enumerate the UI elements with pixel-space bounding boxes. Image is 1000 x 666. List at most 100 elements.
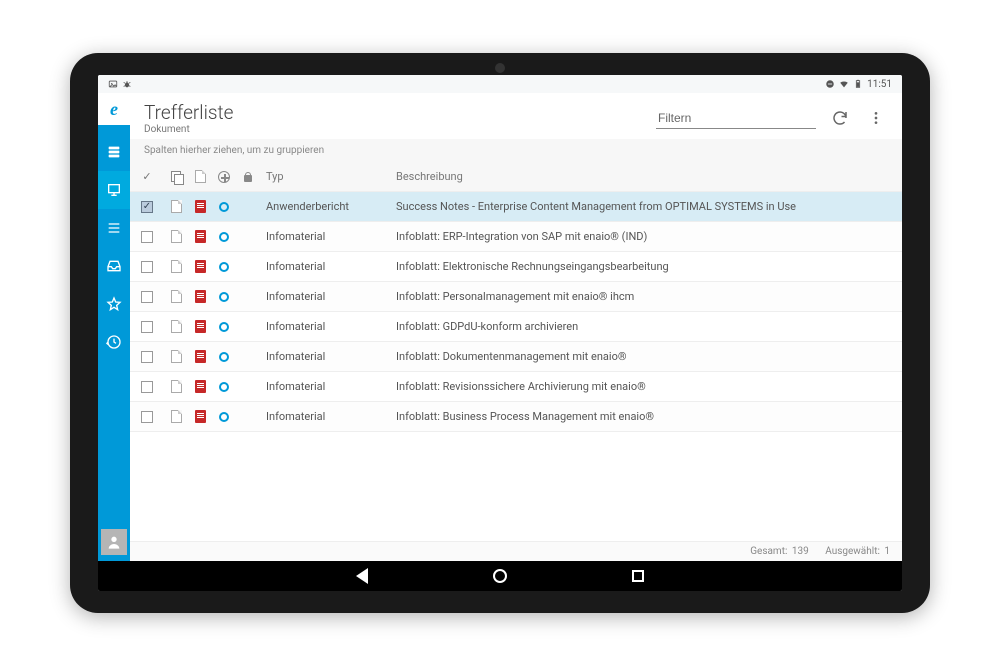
nav-back-button[interactable] [353, 567, 371, 585]
presentation-icon [106, 182, 122, 198]
inbox-icon [106, 258, 122, 274]
pdf-icon [195, 290, 206, 303]
results-table: ✓ Typ Beschreibung AnwenderberichtSucces… [130, 162, 902, 541]
cell-beschreibung: Infoblatt: Revisionssichere Archivierung… [390, 380, 902, 393]
status-time: 11:51 [867, 79, 892, 90]
pdf-icon [195, 260, 206, 273]
table-row[interactable]: AnwenderberichtSuccess Notes - Enterpris… [130, 192, 902, 222]
screen: 11:51 e [98, 75, 902, 591]
archive-icon [106, 144, 122, 160]
row-checkbox[interactable] [141, 411, 153, 423]
status-circle-icon [219, 322, 229, 332]
sidebar-item-search[interactable] [98, 171, 130, 209]
table-row[interactable]: InfomaterialInfoblatt: Personalmanagemen… [130, 282, 902, 312]
more-vertical-icon [868, 110, 884, 126]
document-icon [171, 410, 182, 423]
document-icon [171, 320, 182, 333]
dnd-icon [825, 79, 835, 89]
document-icon [171, 380, 182, 393]
app-logo[interactable]: e [98, 93, 130, 125]
image-icon [108, 79, 118, 89]
filter-input[interactable] [656, 108, 816, 129]
header-lock-icon[interactable] [243, 172, 253, 182]
sidebar-item-inbox[interactable] [98, 247, 130, 285]
bug-icon [122, 79, 132, 89]
home-icon [493, 569, 507, 583]
sidebar-item-user[interactable] [101, 529, 127, 555]
table-row[interactable]: InfomaterialInfoblatt: Business Process … [130, 402, 902, 432]
status-circle-icon [219, 232, 229, 242]
pdf-icon [195, 350, 206, 363]
star-icon [106, 296, 122, 312]
cell-beschreibung: Success Notes - Enterprise Content Manag… [390, 200, 902, 213]
status-circle-icon [219, 382, 229, 392]
page-title: Trefferliste [144, 101, 233, 124]
cell-typ: Infomaterial [260, 260, 390, 273]
sidebar-item-history[interactable] [98, 323, 130, 361]
row-checkbox[interactable] [141, 231, 153, 243]
content-area: Trefferliste Dokument Spalten hierher zi… [130, 93, 902, 561]
history-icon [106, 334, 122, 350]
battery-icon [853, 79, 863, 89]
recent-icon [632, 570, 644, 582]
document-icon [171, 290, 182, 303]
group-by-hint[interactable]: Spalten hierher ziehen, um zu gruppieren [130, 139, 902, 162]
header: Trefferliste Dokument [130, 93, 902, 139]
document-icon [171, 260, 182, 273]
table-row[interactable]: InfomaterialInfoblatt: Revisionssichere … [130, 372, 902, 402]
cell-beschreibung: Infoblatt: ERP-Integration von SAP mit e… [390, 230, 902, 243]
sidebar-item-list[interactable] [98, 209, 130, 247]
cell-typ: Infomaterial [260, 290, 390, 303]
column-beschreibung[interactable]: Beschreibung [390, 170, 902, 183]
sidebar: e [98, 93, 130, 561]
nav-recent-button[interactable] [629, 567, 647, 585]
cell-beschreibung: Infoblatt: Dokumentenmanagement mit enai… [390, 350, 902, 363]
table-footer: Gesamt: 139 Ausgewählt: 1 [130, 541, 902, 561]
table-row[interactable]: InfomaterialInfoblatt: GDPdU-konform arc… [130, 312, 902, 342]
row-checkbox[interactable] [141, 201, 153, 213]
nav-home-button[interactable] [491, 567, 509, 585]
column-typ[interactable]: Typ [260, 170, 390, 183]
pdf-icon [195, 230, 206, 243]
header-page-icon[interactable] [195, 170, 206, 183]
cell-beschreibung: Infoblatt: Business Process Management m… [390, 410, 902, 423]
cell-typ: Infomaterial [260, 410, 390, 423]
header-copies-icon[interactable] [171, 171, 182, 183]
document-icon [171, 200, 182, 213]
cell-typ: Infomaterial [260, 380, 390, 393]
pdf-icon [195, 320, 206, 333]
row-checkbox[interactable] [141, 321, 153, 333]
row-checkbox[interactable] [141, 261, 153, 273]
row-checkbox[interactable] [141, 381, 153, 393]
footer-selected-label: Ausgewählt: [825, 546, 880, 557]
header-plus-icon[interactable] [218, 171, 230, 183]
cell-beschreibung: Infoblatt: Elektronische Rechnungseingan… [390, 260, 902, 273]
status-circle-icon [219, 412, 229, 422]
footer-total-value: 139 [792, 546, 809, 557]
android-status-bar: 11:51 [98, 75, 902, 93]
sidebar-item-archive[interactable] [98, 133, 130, 171]
back-icon [356, 568, 368, 584]
pdf-icon [195, 200, 206, 213]
table-row[interactable]: InfomaterialInfoblatt: Elektronische Rec… [130, 252, 902, 282]
pdf-icon [195, 380, 206, 393]
refresh-button[interactable] [828, 106, 852, 130]
android-nav-bar [98, 561, 902, 591]
document-icon [171, 230, 182, 243]
tablet-camera [495, 63, 505, 73]
table-row[interactable]: InfomaterialInfoblatt: ERP-Integration v… [130, 222, 902, 252]
pdf-icon [195, 410, 206, 423]
page-subtitle: Dokument [144, 124, 233, 135]
cell-beschreibung: Infoblatt: GDPdU-konform archivieren [390, 320, 902, 333]
header-check-icon[interactable]: ✓ [142, 170, 151, 183]
cell-typ: Infomaterial [260, 230, 390, 243]
more-button[interactable] [864, 106, 888, 130]
table-row[interactable]: InfomaterialInfoblatt: Dokumentenmanagem… [130, 342, 902, 372]
row-checkbox[interactable] [141, 291, 153, 303]
sidebar-item-favorites[interactable] [98, 285, 130, 323]
cell-typ: Infomaterial [260, 320, 390, 333]
cell-typ: Anwenderbericht [260, 200, 390, 213]
app-root: e [98, 93, 902, 561]
document-icon [171, 350, 182, 363]
row-checkbox[interactable] [141, 351, 153, 363]
